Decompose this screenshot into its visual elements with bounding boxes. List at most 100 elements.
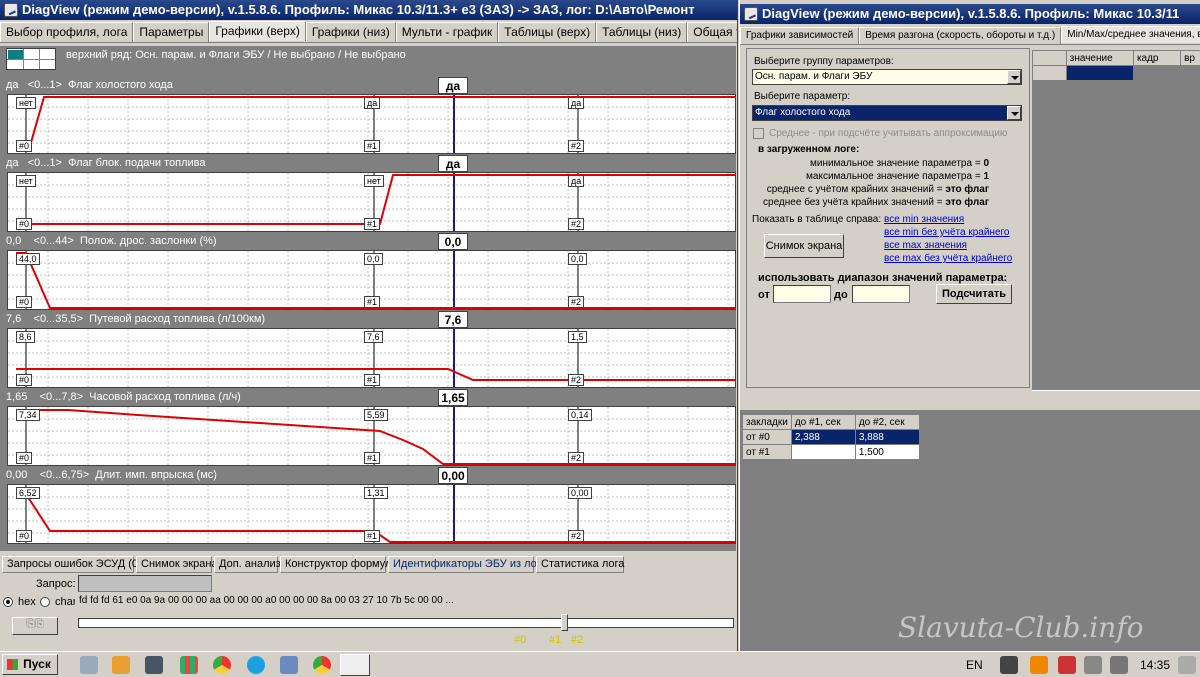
show-link-0[interactable]: все min значения: [884, 214, 964, 225]
terminal-icon[interactable]: [145, 656, 163, 674]
tray-icon-2[interactable]: [1030, 656, 1048, 674]
copy-button[interactable]: ⎘⎘: [12, 617, 58, 635]
tab-1[interactable]: Параметры: [133, 22, 210, 42]
col-frame[interactable]: кадр: [1132, 50, 1182, 66]
values-scrollbar[interactable]: [1032, 390, 1200, 404]
cell[interactable]: 1,500: [854, 444, 920, 460]
hex-data-field[interactable]: fd fd fd 61 e0 0a 9a 00 00 00 aa 00 00 0…: [78, 594, 736, 610]
bottom-tab-5[interactable]: Статистика лога: [536, 556, 624, 573]
group-select[interactable]: Осн. парам. и Флаги ЭБУ: [752, 69, 1022, 85]
values-table[interactable]: значение кадр вр: [1032, 50, 1200, 81]
right-title-bar[interactable]: DiagView (режим демо-версии), v.1.5.8.6.…: [740, 4, 1200, 24]
right-tab-0[interactable]: Графики зависимостей: [740, 27, 860, 44]
char-radio-label: char: [55, 596, 75, 608]
apps-grid-icon[interactable]: [180, 656, 198, 674]
table-row[interactable]: от #0 2,388 3,888: [742, 429, 920, 445]
plot-strip-2: 0,0 <0...44> Полож. дрос. заслонки (%) 0,…: [0, 233, 736, 310]
tray-icon-1[interactable]: [1000, 656, 1018, 674]
stat-label: минимальное значение параметра =: [809, 158, 984, 169]
marker-tag: #2: [568, 296, 585, 308]
plot-header: 7,6 <0...35,5> Путевой расход топлива (л…: [6, 313, 266, 325]
cell[interactable]: 2,388: [790, 429, 856, 445]
cursor-value: да: [438, 77, 468, 94]
char-radio[interactable]: [40, 597, 50, 607]
plot-area[interactable]: 44,0 #0 0,0 #1 0,0 #2: [7, 250, 736, 310]
snapshot-button[interactable]: Снимок экрана: [764, 234, 844, 258]
media-player-icon[interactable]: [112, 656, 130, 674]
range-to-input[interactable]: [852, 285, 910, 303]
show-link-1[interactable]: все min без учёта крайнего: [884, 227, 1010, 238]
network-icon[interactable]: [280, 656, 298, 674]
approx-checkbox[interactable]: [753, 128, 764, 139]
table-row[interactable]: от #1 1,500: [742, 444, 920, 460]
app-icon-right: [744, 7, 758, 21]
diagview-task-button[interactable]: [340, 654, 370, 676]
chevron-down-icon: [1007, 106, 1021, 120]
marker-value-label: 1,5: [568, 331, 587, 343]
volume-icon[interactable]: [1110, 656, 1128, 674]
calculate-button[interactable]: Подсчитать: [936, 284, 1012, 304]
request-label: Запрос:: [36, 578, 76, 590]
plot-strip-1: да <0...1> Флаг блок. подачи топлива да не…: [0, 155, 736, 232]
marker-tag: #2: [568, 530, 585, 542]
request-field[interactable]: [78, 575, 212, 592]
tab-2[interactable]: Графики (верх): [209, 21, 306, 41]
plots-area: верхний ряд: Осн. парам. и Флаги ЭБУ / Н…: [0, 46, 736, 551]
group-label: Выберите группу параметров:: [754, 56, 894, 67]
timeline-track[interactable]: [78, 618, 734, 628]
plot-area[interactable]: нет #0 да #1 да #2: [7, 94, 736, 154]
stat-row: среднее без учёта крайних значений = это…: [763, 197, 989, 208]
tab-7[interactable]: Общая таблица: [687, 22, 737, 42]
cell[interactable]: 3,888: [854, 429, 920, 445]
cell[interactable]: [790, 444, 856, 460]
show-link-3[interactable]: все max без учёта крайнего: [884, 253, 1012, 264]
left-title-bar[interactable]: DiagView (режим демо-версии), v.1.5.8.6.…: [0, 0, 737, 20]
bottom-tab-4[interactable]: Идентификаторы ЭБУ из лога: [388, 556, 547, 573]
range-from-input[interactable]: [773, 285, 831, 303]
show-link-2[interactable]: все max значения: [884, 240, 967, 251]
plot-area[interactable]: 7,34 #0 5,59 #1 0,14 #2: [7, 406, 736, 466]
chrome-icon[interactable]: [213, 656, 231, 674]
marker-tag: #2: [568, 374, 585, 386]
plot-area[interactable]: 6,52 #0 1,31 #1 0,00 #2: [7, 484, 736, 544]
cursor-value: 0,0: [438, 233, 468, 250]
marker-value-label: 0,0: [364, 253, 383, 265]
layout-selector[interactable]: [6, 48, 56, 70]
computer-icon[interactable]: [80, 656, 98, 674]
col-value[interactable]: значение: [1065, 50, 1134, 66]
tray-icon-3[interactable]: [1058, 656, 1076, 674]
scroll-mark-0: #0: [514, 634, 527, 646]
hex-radio[interactable]: [3, 597, 13, 607]
marker-value-label: 0,14: [568, 409, 592, 421]
tray-icon-4[interactable]: [1084, 656, 1102, 674]
bottom-tab-2[interactable]: Доп. анализ: [214, 556, 281, 573]
chrome-icon-2[interactable]: [313, 656, 331, 674]
tab-0[interactable]: Выбор профиля, лога: [0, 22, 134, 42]
plot-strip-0: да <0...1> Флаг холостого хода да нет #0 да #…: [0, 77, 736, 154]
marker-value-label: нет: [364, 175, 384, 187]
skype-icon[interactable]: [247, 656, 265, 674]
language-indicator[interactable]: EN: [966, 658, 983, 672]
right-tab-2[interactable]: Min/Max/среднее значения, время: [1061, 26, 1200, 43]
plot-area[interactable]: нет #0 нет #1 да #2: [7, 172, 736, 232]
start-button[interactable]: Пуск: [2, 654, 58, 675]
tab-6[interactable]: Таблицы (низ): [596, 22, 688, 42]
param-select[interactable]: Флаг холостого хода: [752, 105, 1022, 121]
bottom-tab-1[interactable]: Снимок экрана: [136, 556, 218, 573]
marker-tag: #1: [364, 218, 381, 230]
to-label: до: [834, 289, 848, 301]
tab-3[interactable]: Графики (низ): [305, 22, 396, 42]
cell: от #0: [742, 429, 792, 445]
col-time[interactable]: вр: [1180, 50, 1200, 66]
bottom-tab-0[interactable]: Запросы ошибок ЭСУД (0): [2, 556, 142, 573]
marker-tag: #0: [16, 218, 33, 230]
plot-area[interactable]: 8,6 #0 7,6 #1 1,5 #2: [7, 328, 736, 388]
tab-4[interactable]: Мульти - график: [395, 22, 499, 42]
show-desktop-icon[interactable]: [1178, 656, 1196, 674]
tab-5[interactable]: Таблицы (верх): [498, 22, 597, 42]
clock[interactable]: 14:35: [1140, 658, 1170, 672]
marks-table[interactable]: закладки до #1, сек до #2, сек от #0 2,388 3…: [742, 414, 920, 460]
right-tab-1[interactable]: Время разгона (скорость, обороты и т.д.): [859, 27, 1062, 44]
bottom-tab-3[interactable]: Конструктор формул: [280, 556, 391, 573]
timeline-thumb[interactable]: [561, 614, 568, 631]
